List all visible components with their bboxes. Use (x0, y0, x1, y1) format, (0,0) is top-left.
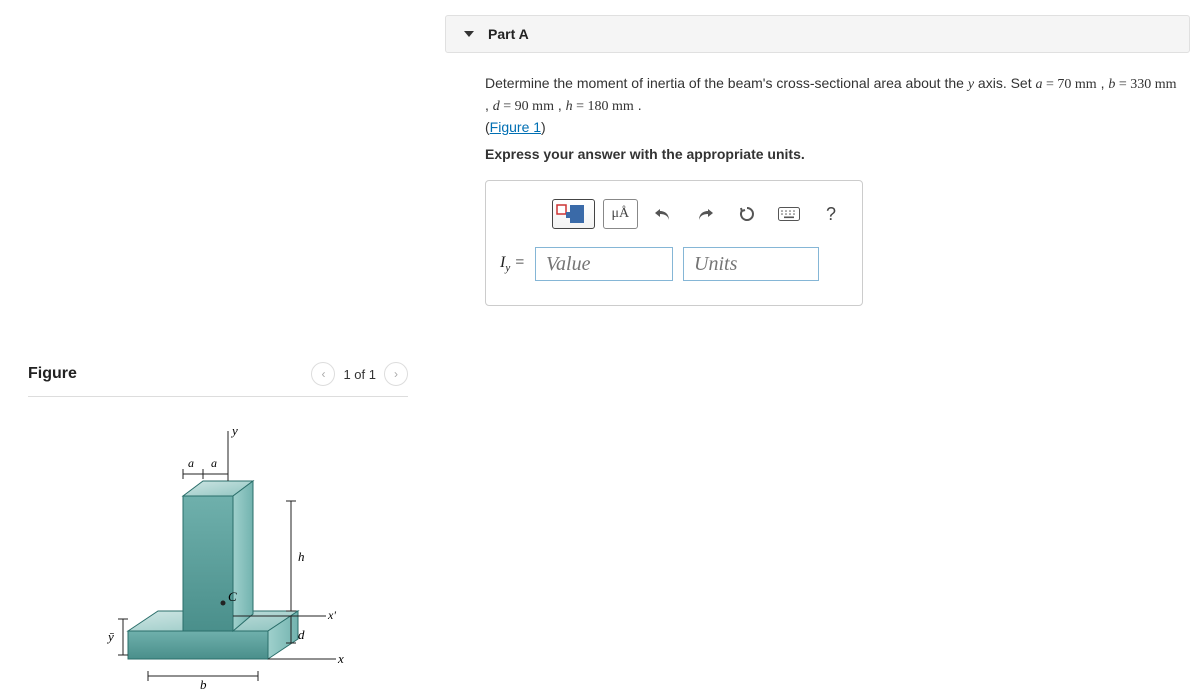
undo-button[interactable] (646, 199, 680, 229)
variable-label: Iy = (500, 254, 525, 274)
value-input[interactable] (535, 247, 673, 281)
label-b: b (200, 677, 207, 691)
keyboard-button[interactable] (772, 199, 806, 229)
caret-down-icon (464, 31, 474, 37)
label-xprime: x' (327, 608, 336, 622)
answer-area: μÅ ? Iy = (485, 180, 863, 306)
figure-prev-button[interactable]: ‹ (311, 362, 335, 386)
figure-page-label: 1 of 1 (343, 367, 376, 382)
figure-next-button[interactable]: › (384, 362, 408, 386)
label-x: x (337, 651, 344, 666)
answer-instruction: Express your answer with the appropriate… (485, 146, 1190, 162)
figure-title: Figure (28, 365, 77, 383)
figure-image: y a a h d x' x (28, 411, 408, 691)
symbols-button[interactable]: μÅ (603, 199, 638, 229)
redo-button[interactable] (688, 199, 722, 229)
help-button[interactable]: ? (814, 199, 848, 229)
part-title: Part A (488, 26, 529, 42)
label-d: d (298, 627, 305, 642)
label-a2: a (211, 456, 217, 470)
templates-button[interactable] (552, 199, 595, 229)
question-text: Determine the moment of inertia of the b… (485, 73, 1190, 138)
label-y: y (230, 423, 238, 438)
figure-link[interactable]: Figure 1 (490, 119, 541, 135)
label-h: h (298, 549, 305, 564)
part-header[interactable]: Part A (445, 15, 1190, 53)
units-input[interactable] (683, 247, 819, 281)
label-a1: a (188, 456, 194, 470)
reset-button[interactable] (730, 199, 764, 229)
label-C: C (228, 589, 237, 604)
figure-nav: ‹ 1 of 1 › (311, 362, 408, 386)
answer-toolbar: μÅ ? (552, 199, 848, 229)
label-ybar: ȳ (106, 629, 114, 644)
